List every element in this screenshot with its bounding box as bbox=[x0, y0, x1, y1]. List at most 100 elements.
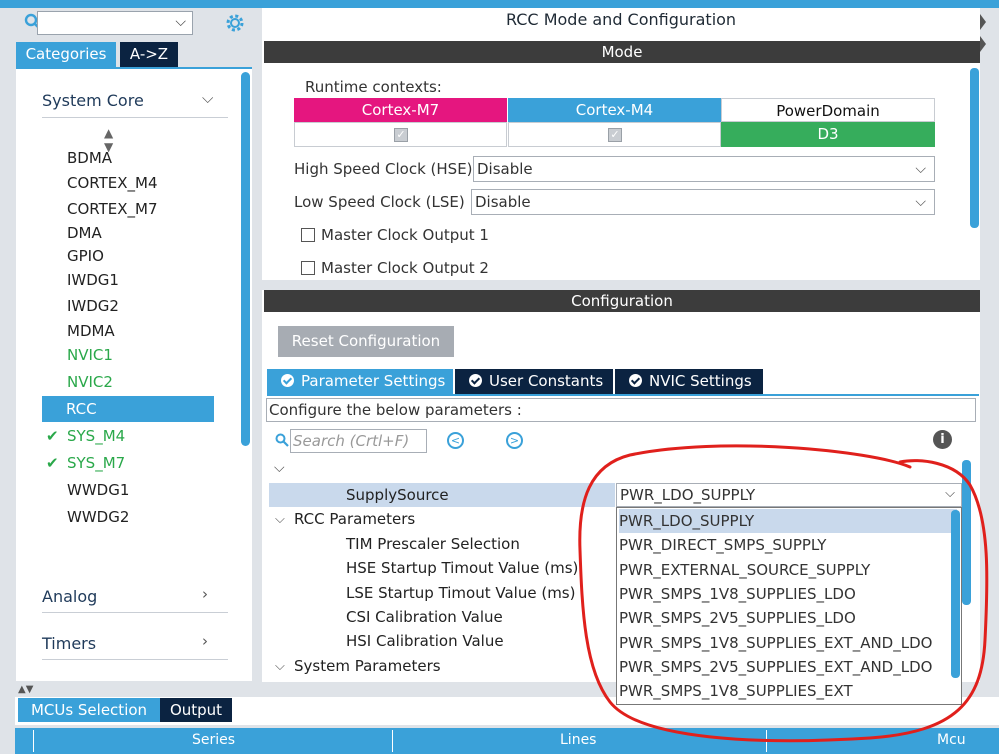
sidebar-item-nvic1[interactable]: NVIC1 bbox=[67, 346, 113, 364]
chevron-down-icon[interactable]: ⌵ bbox=[275, 659, 285, 674]
supply-source-dropdown: PWR_LDO_SUPPLY PWR_DIRECT_SMPS_SUPPLY PWR_… bbox=[616, 507, 962, 705]
search-icon[interactable] bbox=[275, 433, 289, 447]
tab-underline bbox=[267, 394, 979, 396]
tab-user-constants[interactable]: User Constants bbox=[455, 369, 613, 394]
left-scrollbar[interactable] bbox=[241, 72, 250, 446]
dropdown-option[interactable]: PWR_SMPS_1V8_SUPPLIES_LDO bbox=[619, 582, 957, 606]
dropdown-scrollbar[interactable] bbox=[951, 510, 960, 678]
context-cortex-m4: Cortex-M4 bbox=[508, 98, 721, 122]
column-separator[interactable] bbox=[392, 730, 393, 752]
category-timers[interactable]: Timers bbox=[42, 634, 96, 653]
tab-nvic-settings[interactable]: NVIC Settings bbox=[615, 369, 763, 394]
mco1-checkbox[interactable] bbox=[301, 228, 315, 242]
rcc-parameter-row[interactable]: LSE Startup Timout Value (ms) bbox=[346, 584, 575, 602]
category-search-combo[interactable]: ⌵ bbox=[37, 11, 193, 35]
search-previous-icon[interactable]: < bbox=[447, 432, 464, 449]
dropdown-option[interactable]: PWR_LDO_SUPPLY bbox=[619, 509, 957, 533]
rcc-parameter-row[interactable]: TIM Prescaler Selection bbox=[346, 535, 520, 553]
sidebar-item-sys-m4[interactable]: SYS_M4 bbox=[67, 427, 125, 445]
dropdown-option[interactable]: PWR_DIRECT_SMPS_SUPPLY bbox=[619, 533, 957, 557]
context-m4-checkbox[interactable]: ✓ bbox=[608, 128, 622, 142]
chevron-down-icon: ⌵ bbox=[945, 486, 955, 501]
sidebar-item-cortex-m7[interactable]: CORTEX_M7 bbox=[67, 200, 158, 218]
dropdown-option[interactable]: PWR_SMPS_1V8_SUPPLIES_EXT bbox=[619, 679, 957, 703]
category-system-core[interactable]: System Core bbox=[42, 91, 144, 110]
top-accent-bar bbox=[0, 0, 999, 8]
chevron-down-icon[interactable]: ⌵ bbox=[175, 14, 186, 30]
bottom-table-header: Series Lines Mcu bbox=[15, 728, 999, 754]
lse-value: Disable bbox=[475, 193, 531, 211]
sidebar-item-wwdg1[interactable]: WWDG1 bbox=[67, 481, 129, 499]
sidebar-item-gpio[interactable]: GPIO bbox=[67, 247, 104, 265]
gear-icon[interactable] bbox=[224, 12, 246, 34]
tab-parameter-settings[interactable]: Parameter Settings bbox=[267, 369, 453, 394]
mco2-label: Master Clock Output 2 bbox=[321, 259, 489, 277]
hse-label: High Speed Clock (HSE) bbox=[294, 160, 473, 178]
tab-output[interactable]: Output bbox=[160, 698, 232, 722]
sidebar-item-wwdg2[interactable]: WWDG2 bbox=[67, 508, 129, 526]
chevron-right-icon[interactable]: › bbox=[202, 632, 208, 650]
splitter-handle-icon[interactable]: ▲▼ bbox=[18, 684, 33, 695]
sidebar-item-iwdg1[interactable]: IWDG1 bbox=[67, 271, 119, 289]
column-separator[interactable] bbox=[766, 730, 767, 752]
lse-select[interactable]: Disable ⌵ bbox=[471, 189, 935, 215]
powerdomain-d3-cell[interactable]: D3 bbox=[721, 122, 935, 147]
sidebar-item-bdma[interactable]: BDMA bbox=[67, 149, 112, 167]
sidebar-item-cortex-m4[interactable]: CORTEX_M4 bbox=[67, 174, 158, 192]
rcc-parameter-row[interactable]: CSI Calibration Value bbox=[346, 608, 503, 626]
dropdown-option[interactable]: PWR_SMPS_2V5_SUPPLIES_EXT_AND_LDO bbox=[619, 655, 957, 679]
rcc-parameter-row[interactable]: HSI Calibration Value bbox=[346, 632, 504, 650]
sidebar-item-dma[interactable]: DMA bbox=[67, 224, 102, 242]
system-parameters-group[interactable]: System Parameters bbox=[294, 657, 441, 675]
panel-arrow-icon[interactable] bbox=[980, 14, 986, 30]
check-icon: ✔ bbox=[46, 427, 59, 445]
tab-mcus-selection[interactable]: MCUs Selection bbox=[18, 698, 160, 722]
sidebar-item-iwdg2[interactable]: IWDG2 bbox=[67, 297, 119, 315]
column-series[interactable]: Series bbox=[192, 732, 235, 748]
divider bbox=[42, 659, 228, 660]
hse-select[interactable]: Disable ⌵ bbox=[473, 156, 935, 182]
mode-scrollbar[interactable] bbox=[970, 68, 979, 228]
tab-a-to-z[interactable]: A->Z bbox=[120, 42, 178, 67]
rcc-parameter-row[interactable]: HSE Startup Timout Value (ms) bbox=[346, 559, 578, 577]
rcc-parameters-group[interactable]: RCC Parameters bbox=[294, 510, 415, 528]
dropdown-option[interactable]: PWR_SMPS_1V8_SUPPLIES_EXT_AND_LDO bbox=[619, 631, 957, 655]
search-next-icon[interactable]: > bbox=[506, 432, 523, 449]
configuration-scrollbar[interactable] bbox=[962, 460, 971, 605]
mode-section-bar[interactable]: Mode bbox=[264, 41, 980, 63]
sidebar-item-rcc[interactable]: RCC bbox=[42, 396, 214, 422]
category-panel: System Core ⌵ Analog › Timers › bbox=[16, 67, 252, 681]
column-separator[interactable] bbox=[33, 730, 34, 752]
supply-source-select[interactable]: PWR_LDO_SUPPLY ⌵ bbox=[616, 483, 962, 507]
sidebar-item-sys-m7[interactable]: SYS_M7 bbox=[67, 454, 125, 472]
mco2-checkbox[interactable] bbox=[301, 261, 315, 275]
sidebar-item-nvic2[interactable]: NVIC2 bbox=[67, 373, 113, 391]
lse-label: Low Speed Clock (LSE) bbox=[294, 193, 465, 211]
context-cortex-m7: Cortex-M7 bbox=[294, 98, 507, 122]
tab-categories[interactable]: Categories bbox=[16, 42, 116, 67]
panel-arrow-icon[interactable] bbox=[980, 36, 986, 52]
chevron-down-icon[interactable]: ⌵ bbox=[202, 89, 213, 107]
tab-label: NVIC Settings bbox=[649, 372, 752, 390]
mco1-label: Master Clock Output 1 bbox=[321, 226, 489, 244]
column-mcu[interactable]: Mcu bbox=[937, 732, 966, 748]
chevron-right-icon[interactable]: › bbox=[202, 585, 208, 603]
check-circle-icon bbox=[629, 374, 642, 387]
chevron-down-icon[interactable]: ⌵ bbox=[274, 460, 285, 476]
info-icon[interactable]: i bbox=[933, 430, 952, 449]
sidebar-item-mdma[interactable]: MDMA bbox=[67, 322, 115, 340]
configuration-section-bar[interactable]: Configuration bbox=[264, 290, 980, 312]
dropdown-option[interactable]: PWR_SMPS_2V5_SUPPLIES_LDO bbox=[619, 606, 957, 630]
context-m7-checkbox[interactable]: ✓ bbox=[394, 128, 408, 142]
reset-configuration-button[interactable]: Reset Configuration bbox=[278, 326, 454, 357]
context-m7-cell: ✓ bbox=[294, 122, 507, 147]
context-m4-cell: ✓ bbox=[508, 122, 721, 147]
divider bbox=[42, 117, 228, 118]
parameter-search-input[interactable]: Search (Crtl+F) bbox=[290, 429, 427, 453]
dropdown-option[interactable]: PWR_EXTERNAL_SOURCE_SUPPLY bbox=[619, 558, 957, 582]
section-divider bbox=[262, 280, 980, 290]
supply-source-value: PWR_LDO_SUPPLY bbox=[620, 486, 756, 504]
column-lines[interactable]: Lines bbox=[560, 732, 596, 748]
category-analog[interactable]: Analog bbox=[42, 587, 97, 606]
chevron-down-icon[interactable]: ⌵ bbox=[275, 512, 285, 527]
